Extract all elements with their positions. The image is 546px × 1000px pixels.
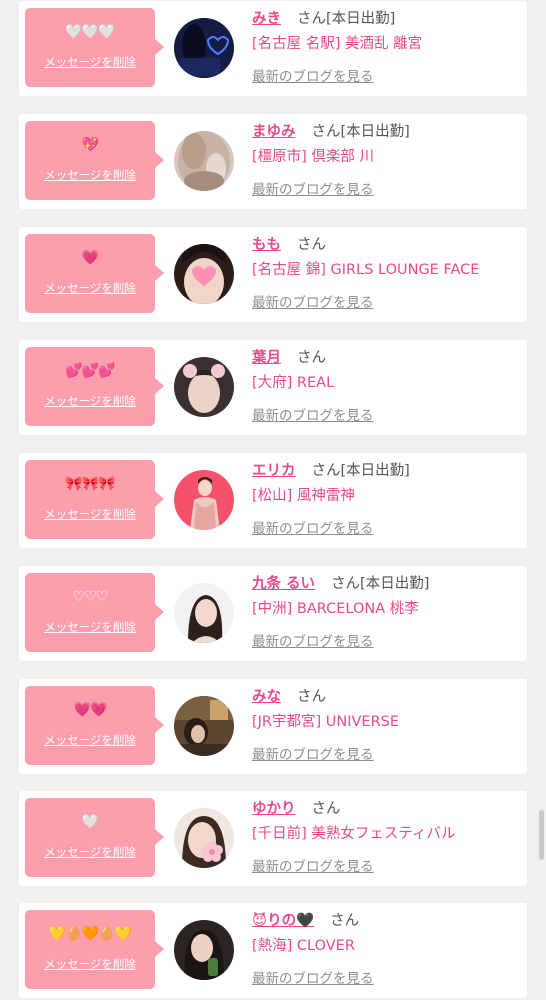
message-emoji: 💖 <box>81 137 99 153</box>
member-status: さん[本日出勤] <box>331 576 430 592</box>
latest-blog-link[interactable]: 最新のブログを見る <box>252 291 374 311</box>
scrollbar[interactable] <box>539 810 544 860</box>
delete-message-link[interactable]: メッセージを削除 <box>25 619 155 635</box>
member-name-link[interactable]: まゆみ <box>252 124 296 140</box>
member-name-link[interactable]: みき <box>252 11 281 27</box>
delete-message-link[interactable]: メッセージを削除 <box>25 167 155 183</box>
delete-message-link[interactable]: メッセージを削除 <box>25 54 155 70</box>
latest-blog-link[interactable]: 最新のブログを見る <box>252 630 374 650</box>
member-status: さん <box>297 350 326 366</box>
message-emoji: 🎀🎀🎀 <box>65 476 115 492</box>
message-bubble: 💗 メッセージを削除 <box>25 234 164 313</box>
member-name-link[interactable]: 葉月 <box>252 350 281 366</box>
message-bubble: 💗💗 メッセージを削除 <box>25 686 164 765</box>
member-name-link[interactable]: 九条 るい <box>252 576 315 592</box>
shop-name: [松山] 風神雷神 <box>252 488 355 504</box>
message-bubble: 🤍🤍🤍 メッセージを削除 <box>25 8 164 87</box>
message-emoji: 💕💕💕 <box>65 363 115 379</box>
member-status: さん[本日出勤] <box>311 124 410 140</box>
avatar[interactable] <box>174 696 234 756</box>
list-item: 🤍 メッセージを削除 ゆかり さん [千日前] 美熟女フェスティバル 最新のブログ… <box>19 791 527 886</box>
delete-message-link[interactable]: メッセージを削除 <box>25 956 155 972</box>
delete-message-link[interactable]: メッセージを削除 <box>25 506 155 522</box>
latest-blog-link[interactable]: 最新のブログを見る <box>252 743 374 763</box>
member-name-link[interactable]: 😈りの🖤 <box>252 913 314 929</box>
avatar[interactable] <box>174 244 234 304</box>
latest-blog-link[interactable]: 最新のブログを見る <box>252 967 374 987</box>
list-item: 💗 メッセージを削除 もも さん [名古屋 錦] GIRLS LOUNGE FAC… <box>19 227 527 322</box>
avatar[interactable] <box>174 808 234 868</box>
delete-message-link[interactable]: メッセージを削除 <box>25 393 155 409</box>
shop-name: [大府] REAL <box>252 375 335 391</box>
message-bubble: 💕💕💕 メッセージを削除 <box>25 347 164 426</box>
member-name-link[interactable]: みな <box>252 689 281 705</box>
list-item: 💛🥚🧡🥚💛 メッセージを削除 😈りの🖤 さん [熱海] CLOVER 最新のブログ… <box>19 903 527 998</box>
member-name-link[interactable]: もも <box>252 237 281 253</box>
shop-name: [橿原市] 倶楽部 川 <box>252 149 375 165</box>
list-item: 🤍🤍🤍 メッセージを削除 みき さん[本日出勤] [名古屋 名駅] 美酒乱 離宮 … <box>19 1 527 96</box>
shop-name: [名古屋 名駅] 美酒乱 離宮 <box>252 36 423 52</box>
list-item: 💖 メッセージを削除 まゆみ さん[本日出勤] [橿原市] 倶楽部 川 最新のブロ… <box>19 114 527 209</box>
delete-message-link[interactable]: メッセージを削除 <box>25 732 155 748</box>
member-status: さん[本日出勤] <box>311 463 410 479</box>
latest-blog-link[interactable]: 最新のブログを見る <box>252 178 374 198</box>
message-bubble: 💖 メッセージを削除 <box>25 121 164 200</box>
delete-message-link[interactable]: メッセージを削除 <box>25 280 155 296</box>
avatar[interactable] <box>174 357 234 417</box>
shop-name: [JR宇都宮] UNIVERSE <box>252 714 400 730</box>
latest-blog-link[interactable]: 最新のブログを見る <box>252 855 374 875</box>
message-emoji: ♡♡♡ <box>72 589 109 605</box>
message-emoji: 💛🥚🧡🥚💛 <box>48 926 132 942</box>
list-item: ♡♡♡ メッセージを削除 九条 るい さん[本日出勤] [中洲] BARCELON… <box>19 566 527 661</box>
latest-blog-link[interactable]: 最新のブログを見る <box>252 517 374 537</box>
member-name-link[interactable]: ゆかり <box>252 801 296 817</box>
avatar[interactable] <box>174 583 234 643</box>
delete-message-link[interactable]: メッセージを削除 <box>25 844 155 860</box>
message-emoji: 🤍🤍🤍 <box>65 24 115 40</box>
shop-name: [中洲] BARCELONA 桃李 <box>252 601 419 617</box>
shop-name: [千日前] 美熟女フェスティバル <box>252 826 456 842</box>
member-status: さん <box>297 689 326 705</box>
avatar[interactable] <box>174 920 234 980</box>
message-emoji: 💗💗 <box>73 702 108 718</box>
member-status: さん <box>330 913 360 929</box>
message-bubble: 💛🥚🧡🥚💛 メッセージを削除 <box>25 910 164 989</box>
avatar[interactable] <box>174 18 234 78</box>
message-bubble: 🤍 メッセージを削除 <box>25 798 164 877</box>
member-status: さん[本日出勤] <box>297 11 396 27</box>
list-item: 💗💗 メッセージを削除 みな さん [JR宇都宮] UNIVERSE 最新のブログ… <box>19 679 527 774</box>
member-status: さん <box>311 801 341 817</box>
latest-blog-link[interactable]: 最新のブログを見る <box>252 404 374 424</box>
message-bubble: ♡♡♡ メッセージを削除 <box>25 573 164 652</box>
message-emoji: 🤍 <box>81 814 99 830</box>
member-status: さん <box>297 237 326 253</box>
shop-name: [熱海] CLOVER <box>252 938 355 954</box>
list-item: 🎀🎀🎀 メッセージを削除 エリカ さん[本日出勤] [松山] 風神雷神 最新のブロ… <box>19 453 527 548</box>
member-name-link[interactable]: エリカ <box>252 463 296 479</box>
list-item: 💕💕💕 メッセージを削除 葉月 さん [大府] REAL 最新のブログを見る <box>19 340 527 435</box>
message-bubble: 🎀🎀🎀 メッセージを削除 <box>25 460 164 539</box>
message-emoji: 💗 <box>81 250 99 266</box>
avatar[interactable] <box>174 470 234 530</box>
shop-name: [名古屋 錦] GIRLS LOUNGE FACE <box>252 262 480 278</box>
latest-blog-link[interactable]: 最新のブログを見る <box>252 65 374 85</box>
avatar[interactable] <box>174 131 234 191</box>
